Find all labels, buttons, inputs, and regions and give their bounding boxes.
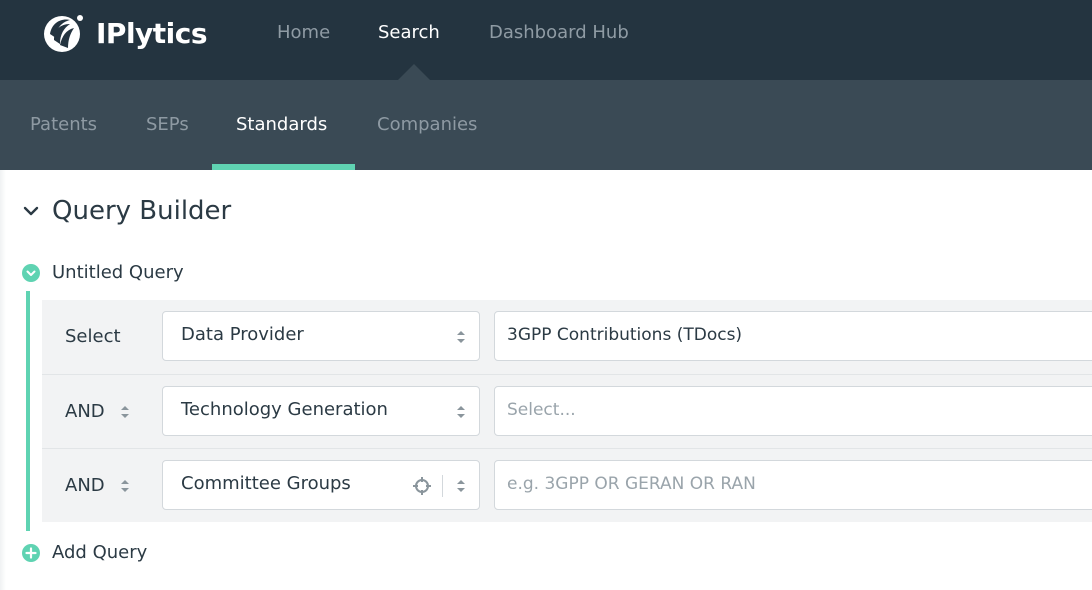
condition-operator: Select — [65, 326, 121, 347]
field-select[interactable]: Committee Groups — [162, 460, 480, 510]
value-input-text: 3GPP Contributions (TDocs) — [507, 325, 743, 345]
sub-navigation-bar: Patents SEPs Standards Companies — [0, 80, 1092, 170]
query-name[interactable]: Untitled Query — [52, 262, 184, 283]
value-input[interactable]: e.g. 3GPP OR GERAN OR RAN — [494, 460, 1092, 510]
query-builder-title: Query Builder — [52, 196, 232, 226]
query-builder-header[interactable]: Query Builder — [20, 196, 231, 226]
sort-arrows-icon — [457, 480, 465, 492]
field-select-value: Committee Groups — [181, 473, 351, 494]
chevron-down-icon[interactable] — [20, 200, 42, 222]
field-select-value: Technology Generation — [181, 399, 388, 420]
brand-name: IPlytics — [96, 16, 208, 50]
operator-toggle-icon[interactable] — [119, 403, 131, 421]
add-query-button[interactable]: Add Query — [22, 542, 147, 563]
condition-row: AND Committee Groups e.g. 3GPP OR GERAN … — [42, 448, 1092, 522]
query-tree-line — [26, 291, 30, 531]
sort-arrows-icon — [457, 331, 465, 343]
operator-label: AND — [65, 475, 105, 496]
query-builder-panel: Query Builder Untitled Query Select Data… — [0, 170, 1092, 590]
active-nav-indicator — [398, 64, 430, 80]
panel-edge — [0, 170, 6, 590]
nav-item-search[interactable]: Search — [378, 22, 440, 43]
crosshair-icon[interactable] — [411, 475, 433, 497]
operator-label: Select — [65, 326, 121, 347]
tab-patents[interactable]: Patents — [30, 114, 97, 135]
query-header: Untitled Query — [22, 262, 184, 283]
tab-seps[interactable]: SEPs — [146, 114, 189, 135]
brand-logo[interactable]: IPlytics — [40, 10, 208, 56]
condition-row: Select Data Provider 3GPP Contributions … — [42, 300, 1092, 374]
iplytics-logo-icon — [44, 15, 83, 52]
condition-operator[interactable]: AND — [65, 475, 131, 496]
value-input-placeholder: e.g. 3GPP OR GERAN OR RAN — [507, 474, 756, 494]
field-select[interactable]: Data Provider — [162, 311, 480, 361]
top-navigation-bar: IPlytics Home Search Dashboard Hub — [0, 0, 1092, 80]
add-query-label: Add Query — [52, 542, 148, 563]
nav-item-dashboard-hub[interactable]: Dashboard Hub — [489, 22, 629, 43]
operator-label: AND — [65, 401, 105, 422]
select-divider — [442, 475, 443, 497]
tab-companies[interactable]: Companies — [377, 114, 477, 135]
sort-arrows-icon — [457, 406, 465, 418]
condition-row: AND Technology Generation Select... — [42, 374, 1092, 448]
field-select-value: Data Provider — [181, 324, 304, 345]
plus-icon — [22, 543, 40, 562]
condition-operator[interactable]: AND — [65, 401, 131, 422]
tab-standards[interactable]: Standards — [236, 114, 327, 135]
operator-toggle-icon[interactable] — [119, 477, 131, 495]
value-select-placeholder: Select... — [507, 400, 576, 420]
field-select[interactable]: Technology Generation — [162, 386, 480, 436]
nav-item-home[interactable]: Home — [277, 22, 330, 43]
value-select[interactable]: Select... — [494, 386, 1092, 436]
query-conditions: Select Data Provider 3GPP Contributions … — [42, 300, 1092, 522]
value-input[interactable]: 3GPP Contributions (TDocs) — [494, 311, 1092, 361]
collapse-query-icon[interactable] — [22, 263, 40, 282]
